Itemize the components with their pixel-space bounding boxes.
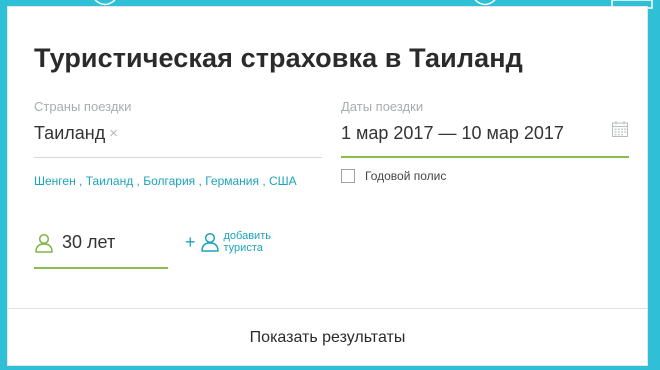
dates-label: Даты поездки: [341, 99, 424, 114]
annual-policy-label: Годовой полис: [365, 169, 447, 183]
show-results-button[interactable]: Показать результаты: [8, 309, 647, 366]
traveler-age-field[interactable]: 30 лет: [34, 232, 115, 253]
suggestion-separator: ,: [75, 174, 86, 188]
add-traveler-label-line1: добавить: [223, 230, 271, 242]
countries-field-underline: [34, 157, 322, 158]
suggestion-separator: ,: [133, 174, 144, 188]
traveler-age-value: 30 лет: [62, 232, 116, 252]
countries-label: Страны поездки: [34, 99, 132, 114]
dates-field-underline: [341, 156, 629, 158]
traveler-age-underline: [34, 267, 168, 269]
suggestion-separator: ,: [259, 174, 270, 188]
suggestion-germany[interactable]: Германия: [205, 174, 259, 188]
add-traveler-label: добавить туриста: [224, 230, 304, 254]
remove-country-icon[interactable]: ×: [109, 126, 118, 141]
suggestion-bulgaria[interactable]: Болгария: [143, 174, 195, 188]
country-suggestions: Шенген , Таиланд , Болгария , Германия ,…: [34, 174, 297, 188]
person-icon: [35, 233, 53, 253]
suggestion-thailand[interactable]: Таиланд: [86, 174, 133, 188]
suggestion-schengen[interactable]: Шенген: [34, 174, 76, 188]
page-title: Туристическая страховка в Таиланд: [34, 43, 523, 73]
suggestion-usa[interactable]: США: [269, 174, 297, 188]
annual-policy-option[interactable]: Годовой полис: [341, 169, 446, 183]
insurance-search-card: Туристическая страховка в Таиланд Страны…: [7, 6, 648, 366]
suggestion-separator: ,: [195, 174, 206, 188]
add-person-icon: [200, 232, 219, 252]
annual-policy-checkbox[interactable]: [341, 169, 355, 183]
countries-field[interactable]: Таиланд ×: [34, 123, 118, 144]
calendar-icon[interactable]: [611, 120, 629, 138]
add-traveler-button[interactable]: + добавить туриста: [185, 230, 304, 254]
dates-field[interactable]: 1 мар 2017 — 10 мар 2017: [341, 123, 564, 144]
plus-icon: +: [185, 232, 196, 252]
selected-country-tag: Таиланд: [34, 123, 106, 143]
add-traveler-label-line2: туриста: [223, 242, 263, 254]
